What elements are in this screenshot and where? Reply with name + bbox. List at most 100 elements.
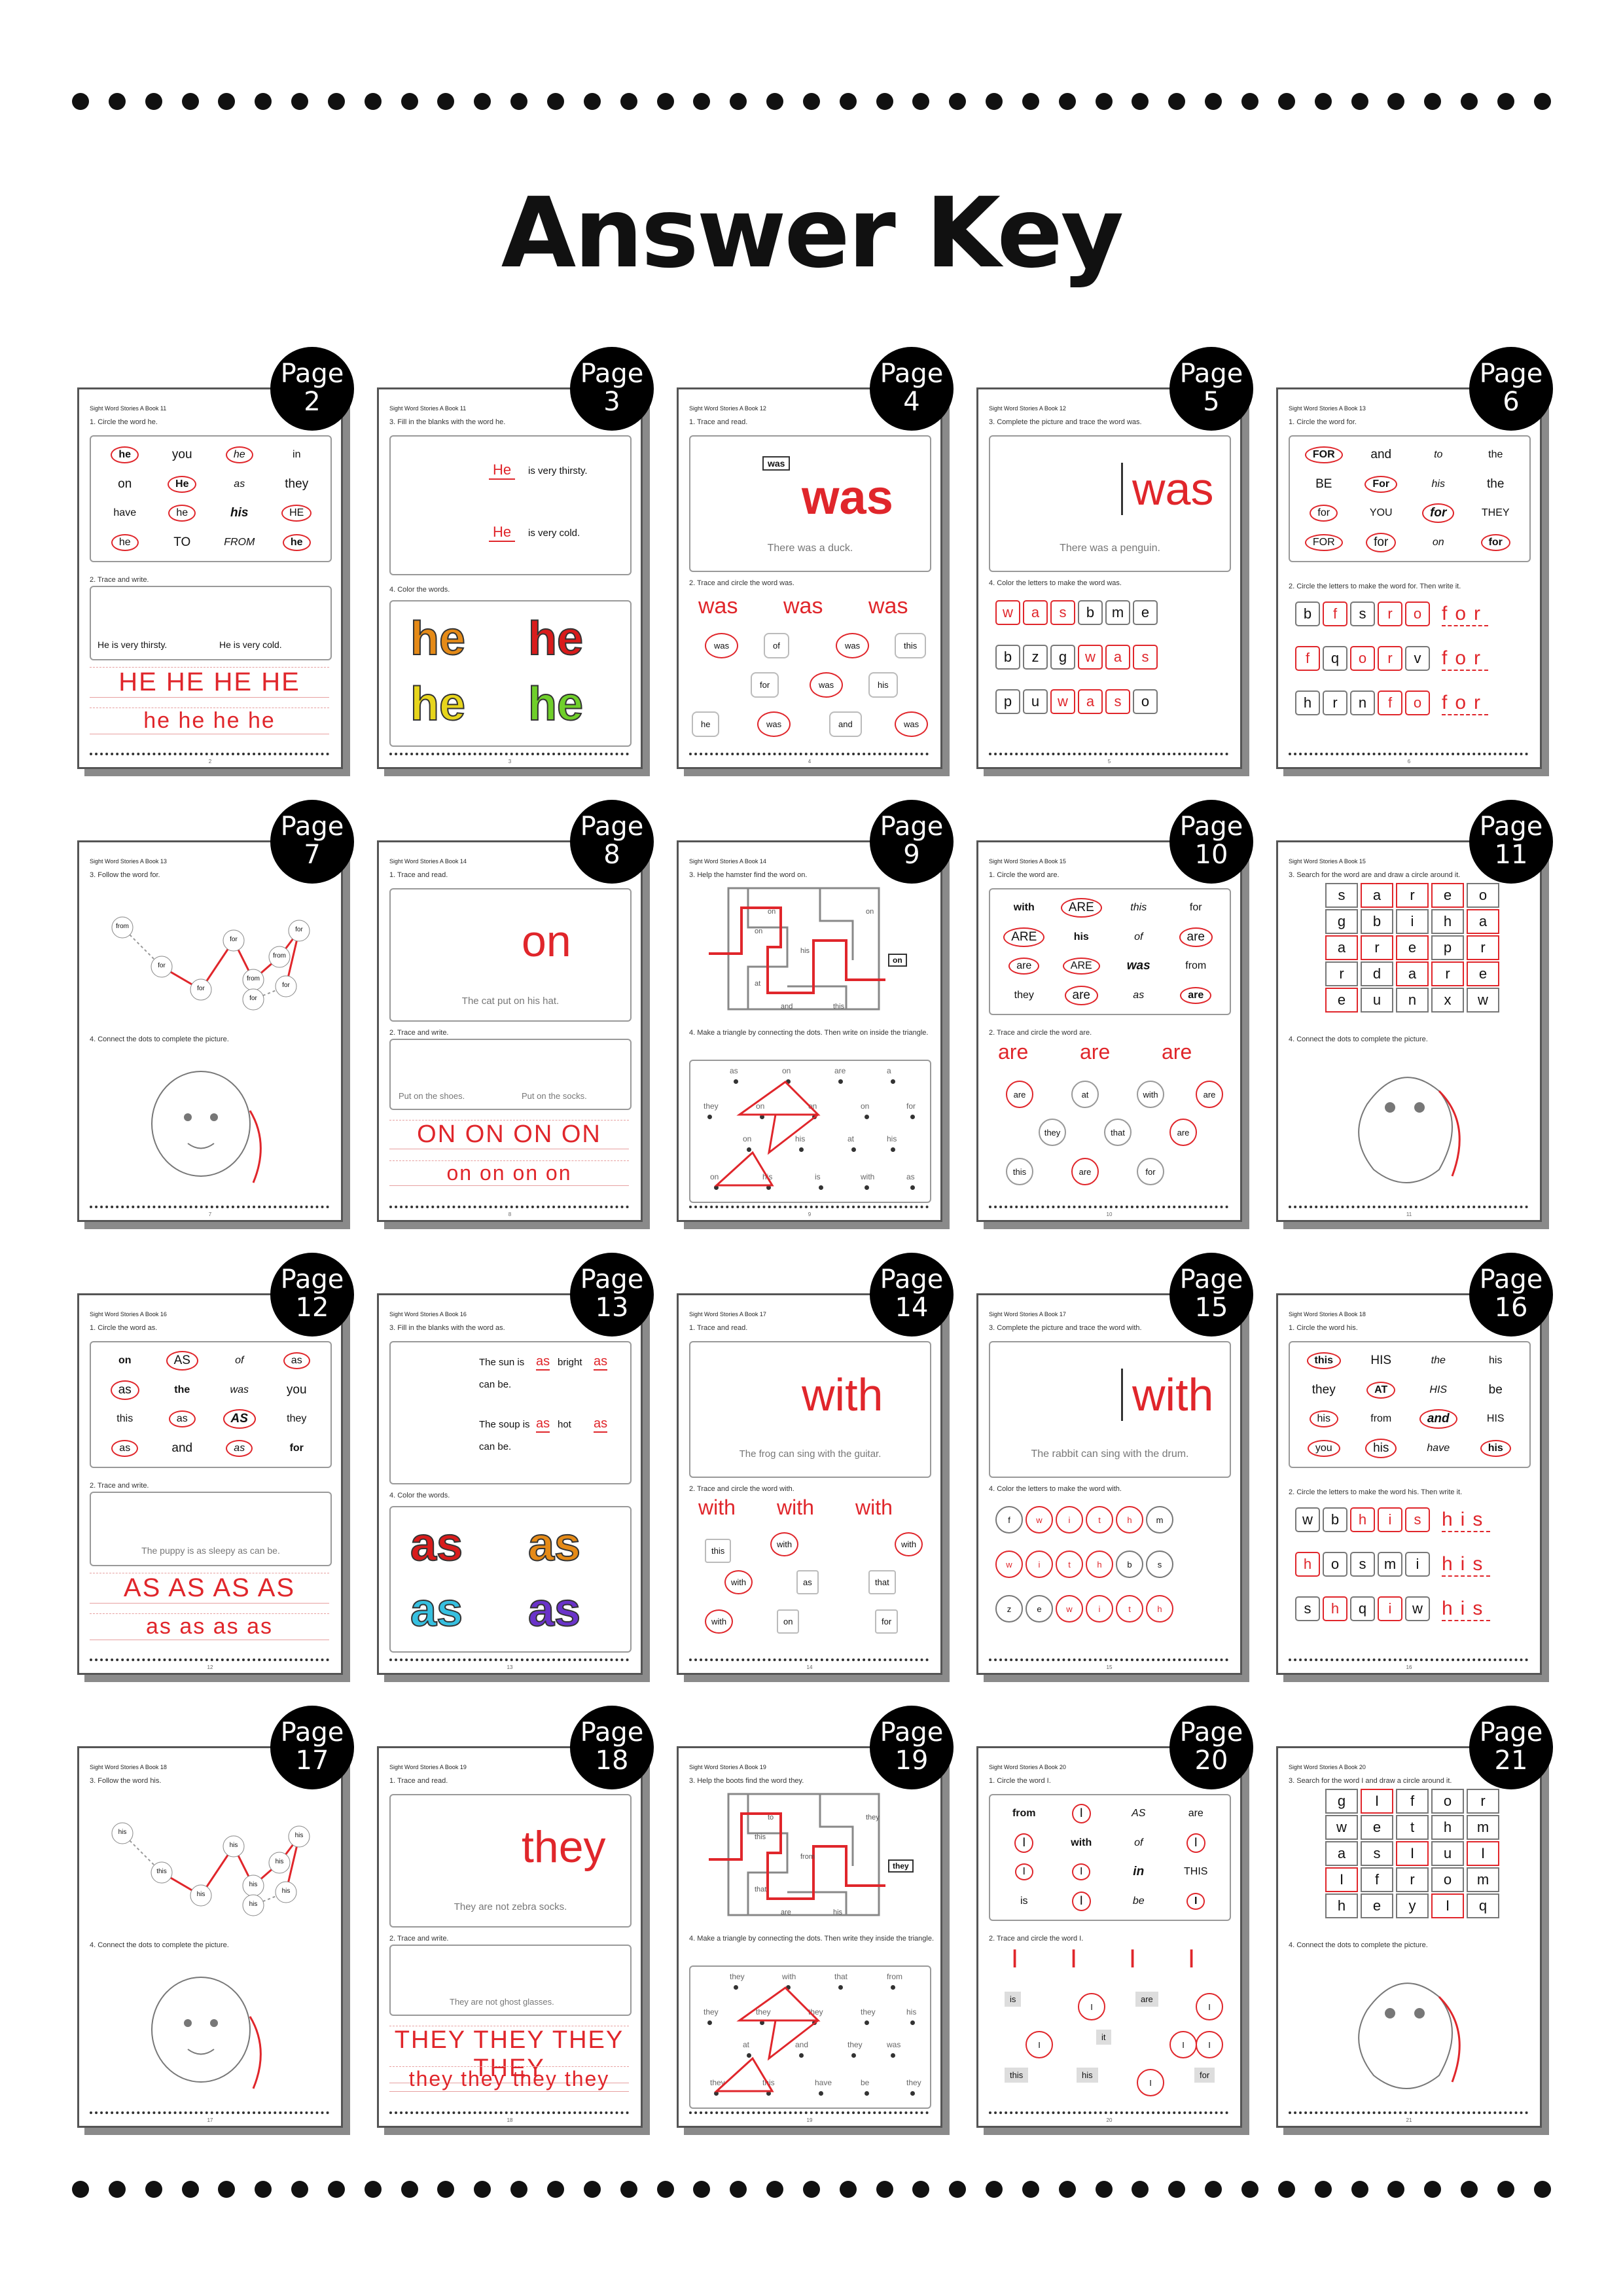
colored-word: as — [410, 1583, 463, 1637]
worksheet-header: Sight Word Stories A Book 18 — [90, 1764, 167, 1770]
house-word: for — [875, 1609, 899, 1634]
worksheet-thumbnail: Sight Word Stories A Book 18 1. Circle th… — [1276, 1253, 1553, 1681]
word-cell: for — [1353, 528, 1410, 558]
word-cell: his — [1353, 1434, 1410, 1463]
search-letter: m — [1467, 1815, 1499, 1840]
letter-box: w — [1056, 1595, 1083, 1623]
letter-box: i — [1086, 1595, 1113, 1623]
word-cell: his — [1467, 1434, 1525, 1463]
page-badge: Page 6 — [1469, 347, 1553, 431]
word-grid: from I AS are Iwith of I I Iin THIS is Ibe I — [995, 1799, 1224, 1916]
grid-word: his — [1309, 1410, 1338, 1428]
grid-word: I — [1014, 1863, 1033, 1881]
connect-dots-art — [90, 1052, 329, 1209]
maze-word: are — [781, 1909, 791, 1916]
worksheet-page: Sight Word Stories A Book 15 3. Search fo… — [1276, 840, 1542, 1222]
word-cell: HIS — [1467, 1405, 1525, 1434]
letter-row: puwaso — [994, 688, 1159, 715]
worksheet-thumbnail: Sight Word Stories A Book 19 3. Help the … — [677, 1706, 954, 2134]
worksheet-thumbnail: Sight Word Stories A Book 17 3. Complete … — [976, 1253, 1253, 1681]
badge-number: 6 — [1503, 387, 1520, 417]
worksheet-thumbnail: Sight Word Stories A Book 11 3. Fill in t… — [377, 347, 654, 775]
badge-label: Page — [1479, 1265, 1543, 1295]
path-word: his — [118, 1829, 127, 1836]
letter-box: s — [1133, 645, 1158, 670]
page-badge: Page 2 — [270, 347, 354, 431]
trace-upper-row: HE HE HE HE — [90, 667, 329, 698]
letter-box: s — [1050, 600, 1075, 625]
grid-word: ARE — [1060, 898, 1102, 918]
word-cell: from — [1353, 1405, 1410, 1434]
grid-word: have — [1427, 1442, 1450, 1454]
bottom-dot-border — [72, 2179, 1551, 2199]
apple-word: with — [1137, 1081, 1164, 1108]
caption: There was a penguin. — [1060, 543, 1160, 554]
search-letter: q — [1467, 1893, 1499, 1918]
letter-box: f — [1378, 691, 1402, 715]
sign-word: I — [1026, 2031, 1053, 2058]
worksheet-header: Sight Word Stories A Book 14 — [389, 858, 467, 865]
word-grid: on AS of as as the was you this as AS they as and as fo… — [96, 1346, 325, 1463]
word-cell: as — [268, 1346, 326, 1376]
grid-word: his — [1365, 1438, 1397, 1458]
sentence-mid: hot — [558, 1419, 571, 1430]
letter-row: shqiw — [1294, 1595, 1431, 1623]
letter-box: w — [1078, 645, 1103, 670]
grid-word: FROM — [224, 536, 255, 548]
letter-box: o — [1350, 646, 1375, 671]
grid-word: AS — [223, 1409, 256, 1429]
worksheet-page-number: 8 — [508, 1211, 512, 1217]
trace-picture-box: They are not ghost glasses. — [389, 1945, 632, 2016]
letter-box: t — [1116, 1595, 1143, 1623]
letter-box: w — [1026, 1506, 1053, 1534]
instruction-1: 3. Fill in the blanks with the word he. — [389, 418, 506, 426]
read-box: was There was a duck. was — [689, 435, 931, 572]
worksheet-thumbnail: Sight Word Stories A Book 17 1. Trace and… — [677, 1253, 954, 1681]
grid-word: HIS — [1370, 1354, 1392, 1368]
grid-word: this — [1130, 902, 1147, 914]
trace-lower-row: he he he he — [90, 708, 329, 734]
worksheet-footer-rule — [689, 1206, 929, 1208]
search-letter: g — [1325, 909, 1358, 934]
badge-number: 12 — [295, 1293, 329, 1323]
badge-number: 7 — [304, 840, 321, 870]
worksheet-page-number: 3 — [508, 759, 512, 764]
letter-box: h — [1350, 1507, 1375, 1532]
badge-label: Page — [280, 812, 344, 842]
path-word: his — [281, 1888, 291, 1895]
worksheet-footer-rule — [689, 2111, 929, 2114]
grid-word: on — [118, 1355, 132, 1367]
worksheet-footer-rule — [389, 753, 629, 755]
instruction-1: 3. Fill in the blanks with the word as. — [389, 1324, 505, 1332]
trace-word-3: with — [855, 1496, 893, 1519]
page-badge: Page 4 — [870, 347, 954, 431]
word-cell: I — [995, 1857, 1053, 1887]
letter-box: q — [1350, 1596, 1375, 1621]
word-cell: He — [154, 470, 211, 499]
search-letter: s — [1325, 883, 1358, 908]
triangle-answer — [690, 1967, 930, 2108]
grid-word: as — [1133, 989, 1145, 1001]
word-cell: as — [154, 1405, 211, 1434]
follow-path-art — [90, 882, 329, 1032]
worksheet-page: Sight Word Stories A Book 11 3. Fill in t… — [377, 387, 643, 769]
worksheet-thumbnail: Sight Word Stories A Book 14 1. Trace and… — [377, 800, 654, 1228]
write-word: his — [1442, 1598, 1491, 1621]
instruction-2: 4. Connect the dots to complete the pict… — [1289, 1035, 1428, 1043]
caption-left: Put on the shoes. — [399, 1091, 465, 1101]
grid-word: ARE — [1003, 927, 1045, 947]
worksheet-footer-rule — [989, 1659, 1228, 1661]
word-cell: I — [1053, 1887, 1111, 1916]
letter-box: h — [1295, 1552, 1320, 1577]
grid-word: as — [234, 478, 245, 490]
grid-word: he — [168, 505, 196, 522]
trace-upper-row: ON ON ON ON — [389, 1120, 629, 1149]
instruction-1: 1. Circle the word are. — [989, 871, 1060, 879]
letter-box: v — [1405, 646, 1430, 671]
path-word: for — [282, 982, 290, 989]
badge-label: Page — [280, 359, 344, 389]
log-word: was — [895, 711, 929, 737]
caption-right: Put on the socks. — [522, 1091, 587, 1101]
search-letter: i — [1396, 909, 1429, 934]
page-badge: Page 10 — [1169, 800, 1253, 884]
